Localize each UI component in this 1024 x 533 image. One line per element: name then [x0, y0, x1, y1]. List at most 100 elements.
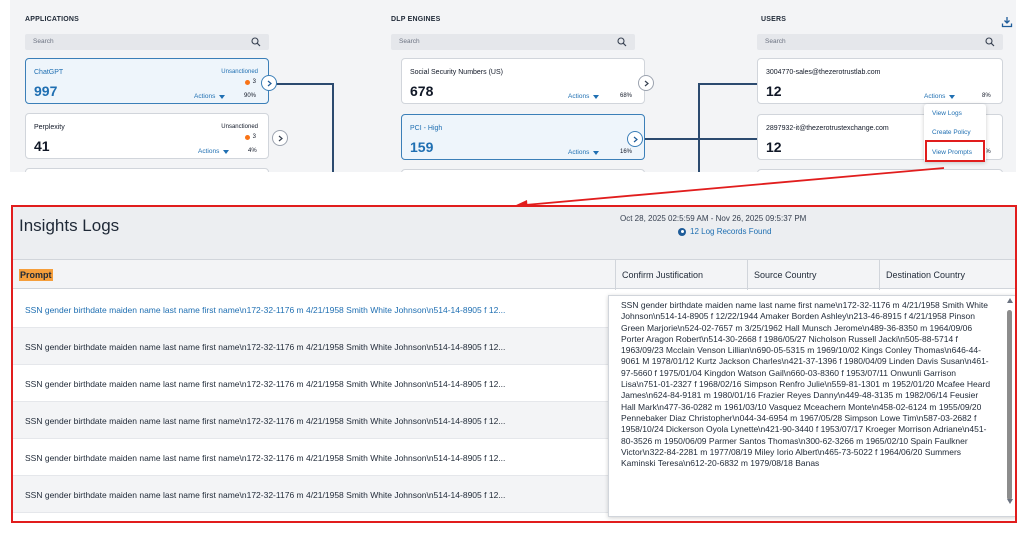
risk-count: 3 [252, 79, 256, 85]
actions-label: Actions [194, 93, 216, 100]
expand-perplexity-button[interactable] [272, 130, 288, 146]
connector-line [276, 83, 333, 85]
connector-line [698, 138, 758, 140]
actions-label: Actions [924, 93, 946, 100]
application-count: 41 [34, 138, 50, 154]
applications-search-input[interactable]: Search [25, 34, 269, 50]
actions-dropdown[interactable]: Actions [924, 93, 956, 100]
table-row[interactable]: SSN gender birthdate maiden name last na… [13, 291, 609, 328]
actions-label: Actions [568, 149, 590, 156]
overview-panel: APPLICATIONS DLP ENGINES USERS Search Se… [10, 0, 1016, 172]
dlp-engine-card-partial[interactable] [401, 169, 645, 172]
scroll-down-icon[interactable] [1007, 499, 1013, 504]
actions-label: Actions [198, 148, 220, 155]
percent-value: 8% [982, 93, 991, 99]
percent-value: 68% [620, 93, 633, 99]
insights-logs-panel: Insights Logs Oct 28, 2025 02:5:59 AM - … [11, 205, 1017, 523]
prompt-cell[interactable]: SSN gender birthdate maiden name last na… [25, 342, 505, 352]
user-email: 2897932-it@thezerotrustexchange.com [766, 125, 889, 132]
caret-down-icon [593, 94, 600, 99]
scrollbar-thumb[interactable] [1007, 310, 1012, 500]
search-placeholder: Search [399, 38, 420, 45]
connector-line [698, 83, 758, 85]
table-header: Prompt Confirm Justification Source Coun… [13, 259, 1015, 290]
scroll-up-icon[interactable] [1007, 298, 1013, 303]
users-search-input[interactable]: Search [757, 34, 1003, 50]
applications-header: APPLICATIONS [25, 16, 79, 23]
expand-pci-high-button[interactable] [627, 131, 643, 147]
prompt-tooltip[interactable]: SSN gender birthdate maiden name last na… [608, 295, 1015, 517]
dlp-engine-card-pci-high[interactable]: PCI - High 159 Actions 16% [401, 114, 645, 160]
dlp-engine-name: PCI - High [410, 125, 443, 132]
actions-dropdown[interactable]: Actions [198, 148, 230, 155]
table-row[interactable]: SSN gender birthdate maiden name last na… [13, 328, 609, 365]
dlp-engine-name: Social Security Numbers (US) [410, 69, 503, 76]
user-email: 3004770-sales@thezerotrustlab.com [766, 69, 881, 76]
search-placeholder: Search [765, 38, 786, 45]
column-header-confirm-justification[interactable]: Confirm Justification [615, 260, 747, 290]
application-card-partial[interactable] [25, 168, 269, 172]
prompt-cell[interactable]: SSN gender birthdate maiden name last na… [25, 379, 505, 389]
records-found-label: 12 Log Records Found [690, 227, 772, 236]
column-header-prompt[interactable]: Prompt [13, 260, 615, 290]
search-placeholder: Search [33, 38, 54, 45]
status-badge: Unsanctioned [221, 69, 258, 75]
chevron-right-icon [267, 80, 272, 86]
actions-dropdown[interactable]: Actions [194, 93, 226, 100]
actions-label: Actions [568, 93, 590, 100]
prompt-cell[interactable]: SSN gender birthdate maiden name last na… [25, 453, 505, 463]
chevron-right-icon [644, 80, 649, 86]
actions-menu: View Logs Create Policy View Prompts [924, 104, 986, 162]
caret-down-icon [949, 94, 956, 99]
user-card-partial[interactable] [757, 169, 1003, 172]
expand-ssn-button[interactable] [638, 75, 654, 91]
page-title: Insights Logs [19, 216, 120, 235]
search-icon [617, 37, 627, 47]
column-header-source-country[interactable]: Source Country [747, 260, 879, 290]
chevron-right-icon [633, 136, 638, 142]
dlp-engines-search-input[interactable]: Search [391, 34, 635, 50]
download-icon[interactable] [1001, 16, 1013, 28]
chevron-right-icon [278, 135, 283, 141]
application-name: Perplexity [34, 124, 65, 131]
risk-indicator: 3 [244, 79, 256, 85]
caret-down-icon [593, 150, 600, 155]
application-count: 997 [34, 83, 58, 99]
table-row[interactable]: SSN gender birthdate maiden name last na… [13, 439, 609, 476]
risk-dot-icon [244, 134, 250, 140]
connector-line [332, 83, 334, 172]
connector-line [698, 83, 700, 172]
application-card-perplexity[interactable]: Perplexity 41 Unsanctioned 3 Actions 4% [25, 113, 269, 159]
table-row[interactable]: SSN gender birthdate maiden name last na… [13, 365, 609, 402]
prompt-header-label: Prompt [19, 269, 53, 281]
application-card-chatgpt[interactable]: ChatGPT 997 Unsanctioned 3 Actions 90% [25, 58, 269, 104]
menu-item-create-policy[interactable]: Create Policy [932, 129, 971, 136]
search-icon [985, 37, 995, 47]
prompt-cell[interactable]: SSN gender birthdate maiden name last na… [25, 490, 505, 500]
risk-dot-icon [244, 79, 250, 85]
caret-down-icon [219, 94, 226, 99]
menu-item-view-logs[interactable]: View Logs [932, 110, 962, 117]
prompt-cell[interactable]: SSN gender birthdate maiden name last na… [25, 305, 505, 315]
connector-line [643, 138, 699, 140]
column-header-destination-country[interactable]: Destination Country [879, 260, 1015, 290]
records-found: 12 Log Records Found [678, 227, 771, 236]
user-card-sales[interactable]: 3004770-sales@thezerotrustlab.com 12 Act… [757, 58, 1003, 104]
actions-dropdown[interactable]: Actions [568, 93, 600, 100]
dlp-engine-card-ssn[interactable]: Social Security Numbers (US) 678 Actions… [401, 58, 645, 104]
date-range: Oct 28, 2025 02:5:59 AM - Nov 26, 2025 0… [620, 214, 807, 223]
table-row[interactable]: SSN gender birthdate maiden name last na… [13, 402, 609, 439]
user-count: 12 [766, 139, 782, 155]
caret-down-icon [223, 149, 230, 154]
expand-chatgpt-button[interactable] [261, 75, 277, 91]
user-count: 12 [766, 83, 782, 99]
prompt-cell[interactable]: SSN gender birthdate maiden name last na… [25, 416, 505, 426]
dlp-engine-count: 159 [410, 139, 434, 155]
table-row[interactable]: SSN gender birthdate maiden name last na… [13, 476, 609, 513]
application-name: ChatGPT [34, 69, 64, 76]
info-icon [678, 227, 686, 236]
tooltip-text: SSN gender birthdate maiden name last na… [621, 300, 991, 469]
percent-value: 4% [248, 148, 257, 154]
actions-dropdown[interactable]: Actions [568, 149, 600, 156]
insights-header: Insights Logs Oct 28, 2025 02:5:59 AM - … [13, 207, 1015, 259]
